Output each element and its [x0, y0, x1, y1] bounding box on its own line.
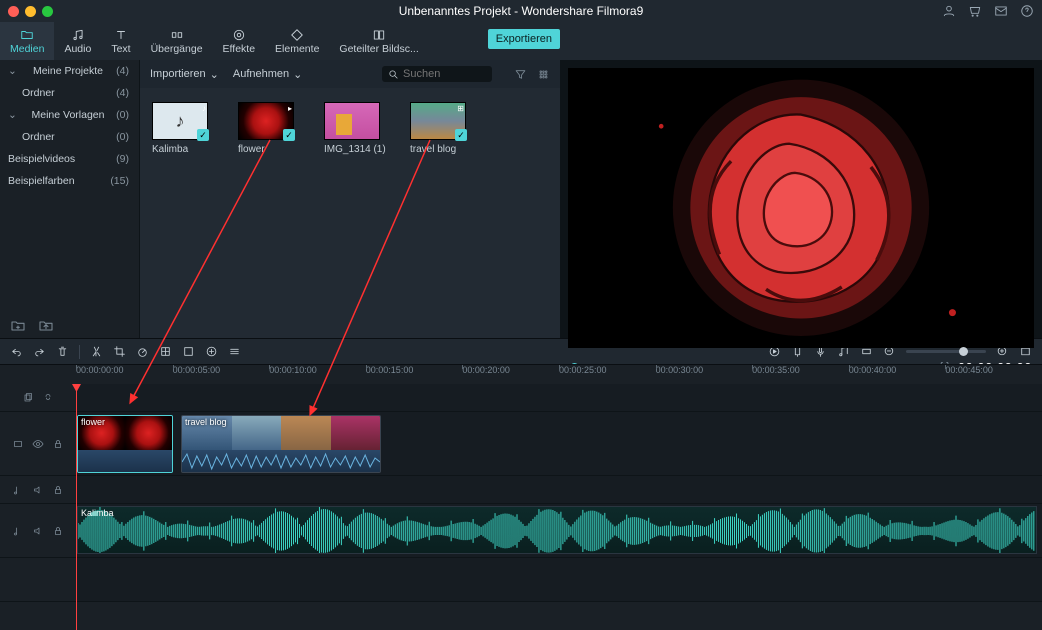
track-lock-icon[interactable]	[52, 438, 64, 450]
chevron-down-icon: ⌄	[293, 68, 302, 81]
redo-button[interactable]	[33, 345, 46, 358]
track-mute-icon[interactable]	[32, 525, 44, 537]
sidebar-item-templates[interactable]: Meine Vorlagen(0)	[0, 104, 139, 126]
video-clip-travel[interactable]: travel blog	[181, 415, 381, 473]
tab-uebergaenge[interactable]: Übergänge	[141, 22, 213, 60]
sidebar-item-sample-colors[interactable]: Beispielfarben(15)	[0, 170, 139, 192]
export-button[interactable]: Exportieren	[488, 29, 560, 49]
media-toolbar: Importieren ⌄ Aufnehmen ⌄	[140, 60, 560, 88]
crop-button[interactable]	[113, 345, 126, 358]
window-title: Unbenanntes Projekt - Wondershare Filmor…	[0, 4, 1042, 18]
search-input[interactable]	[403, 68, 483, 80]
delete-button[interactable]	[56, 345, 69, 358]
text-icon	[114, 28, 128, 42]
split-icon	[372, 28, 386, 42]
chevron-down-icon: ⌄	[210, 68, 219, 81]
main-tabs: Medien Audio Text Übergänge Effekte Elem…	[0, 22, 1042, 60]
keyframe-button[interactable]	[205, 345, 218, 358]
track-lock-icon[interactable]	[52, 525, 64, 537]
import-dropdown[interactable]: Importieren ⌄	[150, 68, 219, 81]
filter-icon[interactable]	[514, 68, 527, 81]
record-dropdown[interactable]: Aufnehmen ⌄	[233, 68, 302, 81]
timeline-tracks: flower travel blog	[0, 384, 1042, 602]
media-item-kalimba[interactable]: ♪✓Kalimba	[152, 102, 214, 155]
media-item-travel[interactable]: ⊞✓travel blog	[410, 102, 472, 155]
track-visibility-icon[interactable]	[32, 438, 44, 450]
split-button[interactable]	[90, 345, 103, 358]
audio-track[interactable]: Kalimba	[0, 504, 1042, 558]
track-link-icon[interactable]	[42, 392, 54, 404]
clip-waveform	[182, 450, 380, 473]
adjust-button[interactable]	[228, 345, 241, 358]
effects-icon	[232, 28, 246, 42]
empty-track[interactable]	[0, 558, 1042, 602]
transition-icon	[170, 28, 184, 42]
track-lock-icon[interactable]	[52, 484, 64, 496]
preview-panel: { } 00:00:00:00	[560, 60, 1042, 338]
grid-view-icon[interactable]	[537, 68, 550, 81]
folder-out-icon[interactable]	[38, 318, 54, 334]
zoom-handle[interactable]	[959, 347, 968, 356]
tab-audio[interactable]: Audio	[54, 22, 101, 60]
rose-preview-image	[568, 68, 1034, 348]
sidebar-item-folder-1[interactable]: Ordner(4)	[0, 82, 139, 104]
timeline-ruler[interactable]: 00:00:00:00 00:00:05:00 00:00:10:00 00:0…	[0, 364, 1042, 384]
check-icon: ✓	[283, 129, 295, 141]
check-icon: ✓	[197, 129, 209, 141]
search-box[interactable]	[382, 66, 492, 82]
title-bar: Unbenanntes Projekt - Wondershare Filmor…	[0, 0, 1042, 22]
undo-button[interactable]	[10, 345, 23, 358]
project-sidebar: Meine Projekte(4) Ordner(4) Meine Vorlag…	[0, 60, 140, 338]
sidebar-item-projects[interactable]: Meine Projekte(4)	[0, 60, 139, 82]
track-copy-icon[interactable]	[22, 392, 34, 404]
elements-icon	[290, 28, 304, 42]
preview-canvas[interactable]	[568, 68, 1034, 348]
track-header-row	[0, 384, 1042, 412]
sidebar-item-folder-2[interactable]: Ordner(0)	[0, 126, 139, 148]
playhead[interactable]	[76, 384, 77, 630]
color-button[interactable]	[159, 345, 172, 358]
music-note-icon	[12, 484, 24, 496]
speed-button[interactable]	[136, 345, 149, 358]
audio-waveform	[78, 507, 1036, 554]
media-item-img1314[interactable]: IMG_1314 (1)	[324, 102, 386, 155]
greenscreen-button[interactable]	[182, 345, 195, 358]
music-note-icon	[12, 525, 24, 537]
sidebar-bottom-icons	[10, 318, 54, 334]
track-mute-icon[interactable]	[32, 484, 44, 496]
track-settings-icon[interactable]	[12, 438, 24, 450]
audio-fx-track[interactable]	[0, 476, 1042, 504]
video-track[interactable]: flower travel blog	[0, 412, 1042, 476]
music-icon	[71, 28, 85, 42]
video-clip-flower[interactable]: flower	[77, 415, 173, 473]
tab-split-screen[interactable]: Geteilter Bildsc...	[329, 22, 428, 60]
zoom-slider[interactable]	[906, 350, 986, 353]
tab-medien[interactable]: Medien	[0, 22, 54, 60]
tab-text[interactable]: Text	[101, 22, 140, 60]
sidebar-item-sample-videos[interactable]: Beispielvideos(9)	[0, 148, 139, 170]
check-icon: ✓	[455, 129, 467, 141]
tab-effekte[interactable]: Effekte	[213, 22, 266, 60]
audio-clip-kalimba[interactable]: Kalimba	[77, 506, 1037, 554]
search-icon	[388, 69, 399, 80]
media-item-flower[interactable]: ▸✓flower	[238, 102, 300, 155]
media-panel: Importieren ⌄ Aufnehmen ⌄ ♪✓Kalimba ▸✓fl…	[140, 60, 560, 338]
new-folder-icon[interactable]	[10, 318, 26, 334]
folder-icon	[20, 28, 34, 42]
tab-elemente[interactable]: Elemente	[265, 22, 329, 60]
media-thumbnails: ♪✓Kalimba ▸✓flower IMG_1314 (1) ⊞✓travel…	[140, 88, 560, 169]
